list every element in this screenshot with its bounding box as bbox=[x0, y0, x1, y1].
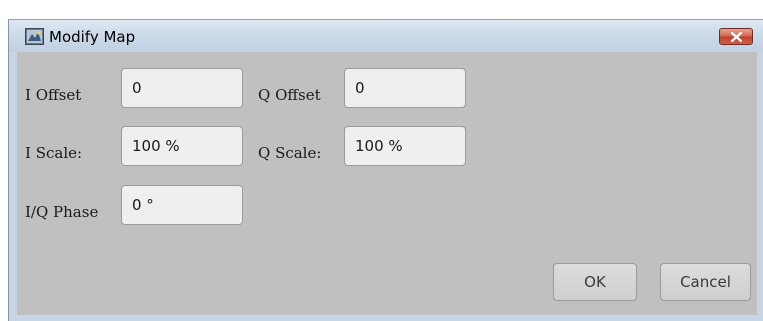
window-title: Modify Map bbox=[49, 28, 136, 46]
q-scale-input[interactable] bbox=[344, 126, 466, 166]
title-bar[interactable]: Modify Map bbox=[9, 20, 763, 52]
ok-button[interactable]: OK bbox=[553, 263, 637, 301]
q-offset-label: Q Offset bbox=[258, 86, 321, 104]
dialog-body: I Offset Q Offset I Scale: Q Scale: I/Q … bbox=[17, 52, 757, 315]
background-strip bbox=[0, 0, 763, 19]
close-button[interactable] bbox=[719, 28, 753, 45]
q-scale-label: Q Scale: bbox=[258, 144, 322, 162]
iq-phase-label: I/Q Phase bbox=[25, 203, 99, 221]
iq-phase-input[interactable] bbox=[121, 185, 243, 225]
map-app-icon bbox=[25, 28, 44, 45]
i-offset-input[interactable] bbox=[121, 68, 243, 108]
close-icon bbox=[731, 32, 742, 42]
i-scale-input[interactable] bbox=[121, 126, 243, 166]
i-offset-label: I Offset bbox=[25, 86, 82, 104]
q-offset-input[interactable] bbox=[344, 68, 466, 108]
i-scale-label: I Scale: bbox=[25, 144, 83, 162]
cancel-button[interactable]: Cancel bbox=[660, 263, 751, 301]
